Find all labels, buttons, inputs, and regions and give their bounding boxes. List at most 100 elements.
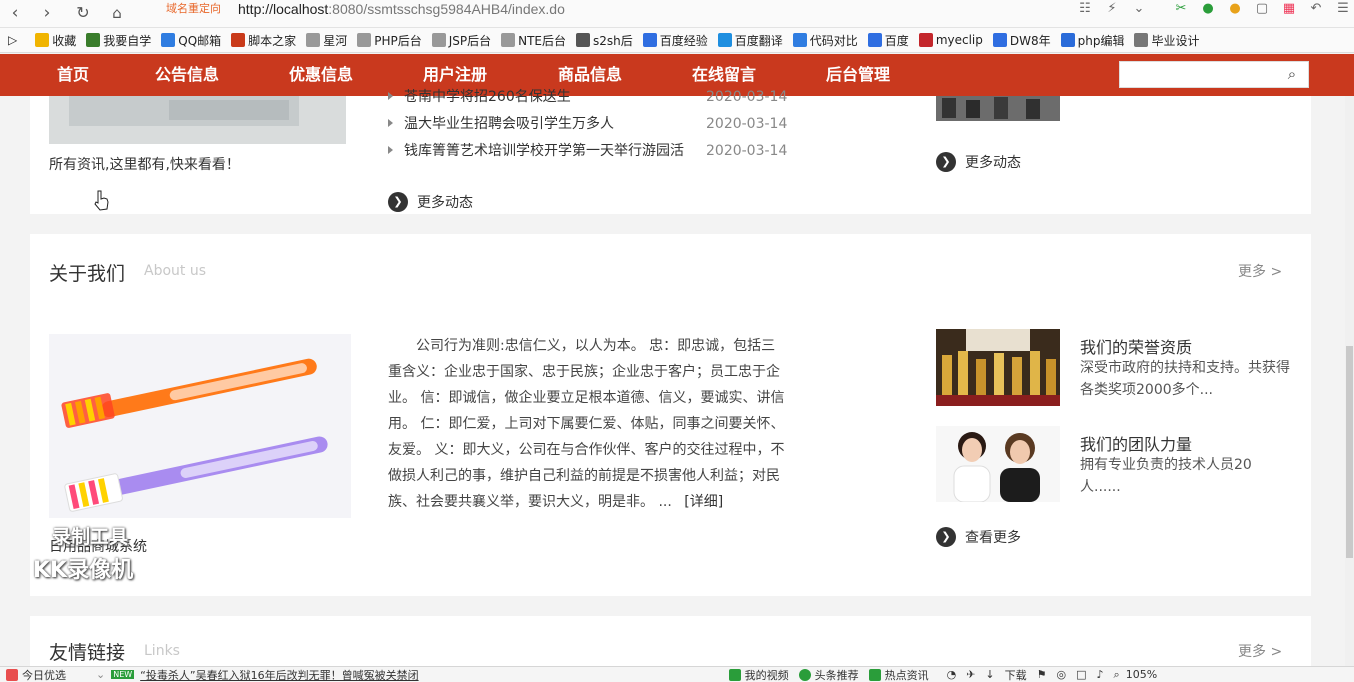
list-item[interactable]: 温大毕业生招聘会吸引学生万多人 xyxy=(388,114,614,134)
hand-cursor-icon xyxy=(94,190,109,211)
bookmark-label: DW8年 xyxy=(1009,33,1051,48)
apps-icon[interactable]: ▦ xyxy=(1278,0,1300,18)
flag-icon[interactable]: ⚑ xyxy=(1037,668,1047,681)
bookmark-item[interactable]: 代码对比 xyxy=(792,28,858,53)
nav-item[interactable]: 优惠信息 xyxy=(289,54,353,96)
page-icon xyxy=(357,33,372,47)
nav-item[interactable]: 公告信息 xyxy=(155,54,219,96)
search-input[interactable]: ⌕ xyxy=(1119,61,1309,88)
bookmark-item[interactable]: myeclip xyxy=(918,28,983,53)
bookmark-label: NTE后台 xyxy=(518,33,566,48)
bookmark-item[interactable]: 百度经验 xyxy=(642,28,708,53)
script-icon xyxy=(231,33,246,47)
my-video-label: 我的视频 xyxy=(744,668,789,682)
bullet-icon xyxy=(388,146,393,154)
bookmark-item[interactable]: 我要自学 xyxy=(86,28,151,53)
zoom-icon: ⌕ xyxy=(1113,667,1120,681)
bookmark-item[interactable]: NTE后台 xyxy=(501,28,566,53)
eclipse-icon xyxy=(918,33,933,47)
view-more-link[interactable]: ❯ 查看更多 xyxy=(936,527,1021,547)
menu-icon[interactable]: ☰ xyxy=(1332,0,1354,18)
window-icon[interactable]: □ xyxy=(1076,668,1086,681)
scrollbar-thumb[interactable] xyxy=(1346,346,1353,558)
bookmark-item[interactable]: JSP后台 xyxy=(431,28,491,53)
url-field[interactable]: http://localhost:8080/ssmtsschsg5984AHB4… xyxy=(238,0,565,18)
page-icon xyxy=(501,33,516,47)
arrow-right-icon: ❯ xyxy=(388,192,408,212)
more-news-label: 更多动态 xyxy=(417,195,473,211)
nav-item[interactable]: 首页 xyxy=(57,54,89,96)
sound-icon[interactable]: ♪ xyxy=(1097,668,1104,681)
zoom-level: 105% xyxy=(1125,668,1158,681)
back-icon[interactable]: ‹ xyxy=(4,2,26,24)
list-item[interactable]: 苍南中学将招260名保送生 xyxy=(388,87,571,107)
browser-address-bar: ‹ › ↻ ⌂ 域名重定向 http://localhost:8080/ssmt… xyxy=(0,0,1354,28)
bookmark-item[interactable]: 星河 xyxy=(306,28,347,53)
nav-item[interactable]: 后台管理 xyxy=(826,54,890,96)
team-image[interactable] xyxy=(936,426,1060,502)
view-more-label: 查看更多 xyxy=(965,530,1021,546)
bookmark-item[interactable]: 脚本之家 xyxy=(231,28,296,53)
site-nav: 首页 公告信息 优惠信息 用户注册 商品信息 在线留言 后台管理 ⌕ xyxy=(0,54,1354,96)
page-scrollbar[interactable] xyxy=(1345,96,1354,666)
ie-icon[interactable]: ◎ xyxy=(1057,668,1067,681)
honor-title[interactable]: 我们的荣誉资质 xyxy=(1080,334,1192,358)
bookmark-label: 我要自学 xyxy=(103,33,152,48)
zoom-control[interactable]: ⌕ 105% xyxy=(1114,668,1158,682)
redirect-label: 域名重定向 xyxy=(166,2,221,15)
bookmark-item[interactable]: s2sh后 xyxy=(576,28,633,53)
ticker-headline: “投毒杀人”吴春红入狱16年后改判无罪！曾喊冤被关禁闭 xyxy=(140,668,419,682)
headline-rec[interactable]: 头条推荐 xyxy=(798,667,859,682)
honor-title[interactable]: 我们的团队力量 xyxy=(1080,431,1192,455)
hot-news-label: 热点资讯 xyxy=(884,668,929,682)
more-trends-label: 更多动态 xyxy=(965,155,1021,171)
grid-icon[interactable]: ☷ xyxy=(1074,0,1096,18)
bullet-icon xyxy=(388,119,393,127)
bookmark-label: php编辑 xyxy=(1077,33,1125,48)
more-news-link[interactable]: ❯ 更多动态 xyxy=(388,192,473,212)
forward-icon[interactable]: › xyxy=(36,2,58,24)
sidebar-toggle-icon[interactable]: ▷ xyxy=(8,28,17,53)
news-ticker[interactable]: ⌄ NEW “投毒杀人”吴春红入狱16年后改判无罪！曾喊冤被关禁闭 xyxy=(96,667,419,682)
bookmark-item[interactable]: QQ邮箱 xyxy=(161,28,221,53)
news-image[interactable] xyxy=(49,96,346,144)
more-trends-link[interactable]: ❯ 更多动态 xyxy=(936,152,1021,172)
news-caption: 所有资讯,这里都有,快来看看！ xyxy=(49,157,240,173)
bookmark-label: 收藏 xyxy=(52,33,77,48)
list-item[interactable]: 钱库箐箐艺术培训学校开学第一天举行游园活 xyxy=(388,141,684,161)
chevron-down-icon[interactable]: ⌄ xyxy=(1128,0,1150,18)
bookmark-item[interactable]: PHP后台 xyxy=(357,28,422,53)
coin-icon[interactable]: ● xyxy=(1224,0,1246,18)
image-icon[interactable]: ▢ xyxy=(1251,0,1273,18)
about-subtitle: About us xyxy=(144,263,207,279)
scissors-icon[interactable]: ✂ xyxy=(1170,0,1192,18)
bookmark-label: 毕业设计 xyxy=(1151,33,1200,48)
links-more-link[interactable]: 更多 > xyxy=(1238,641,1282,661)
undo-icon[interactable]: ↶ xyxy=(1305,0,1327,18)
download[interactable]: ↓ 下载 xyxy=(985,667,1026,682)
search-icon[interactable]: ⌕ xyxy=(1284,65,1300,83)
home-icon[interactable]: ⌂ xyxy=(106,2,128,24)
refresh-icon[interactable]: ↻ xyxy=(72,2,94,24)
bookmark-item[interactable]: DW8年 xyxy=(992,28,1051,53)
bookmark-label: 星河 xyxy=(323,33,348,48)
today-picks[interactable]: 今日优选 xyxy=(6,667,66,682)
lightning-icon[interactable]: ⚡ xyxy=(1101,0,1123,18)
honor-image[interactable] xyxy=(936,329,1060,406)
avatar-icon xyxy=(1134,33,1149,47)
bookmark-item[interactable]: 百度翻译 xyxy=(717,28,783,53)
translate-icon[interactable]: ● xyxy=(1197,0,1219,18)
bookmark-item[interactable]: 毕业设计 xyxy=(1134,28,1199,53)
my-video[interactable]: 我的视频 xyxy=(728,667,789,682)
watermark-line1: 录制工具 xyxy=(52,526,129,548)
speed-icon[interactable]: ◔ xyxy=(947,668,957,681)
hot-news[interactable]: 热点资讯 xyxy=(868,667,929,682)
bookmark-item[interactable]: php编辑 xyxy=(1060,28,1125,53)
about-detail-link[interactable]: [详细] xyxy=(684,494,723,510)
toothbrush-image[interactable] xyxy=(49,334,351,518)
trends-image[interactable] xyxy=(936,96,1060,121)
rocket-icon[interactable]: ✈ xyxy=(966,668,975,681)
about-more-link[interactable]: 更多 > xyxy=(1238,261,1282,281)
bookmark-item[interactable]: 百度 xyxy=(867,28,909,53)
bookmark-item[interactable]: 收藏 xyxy=(35,28,76,53)
